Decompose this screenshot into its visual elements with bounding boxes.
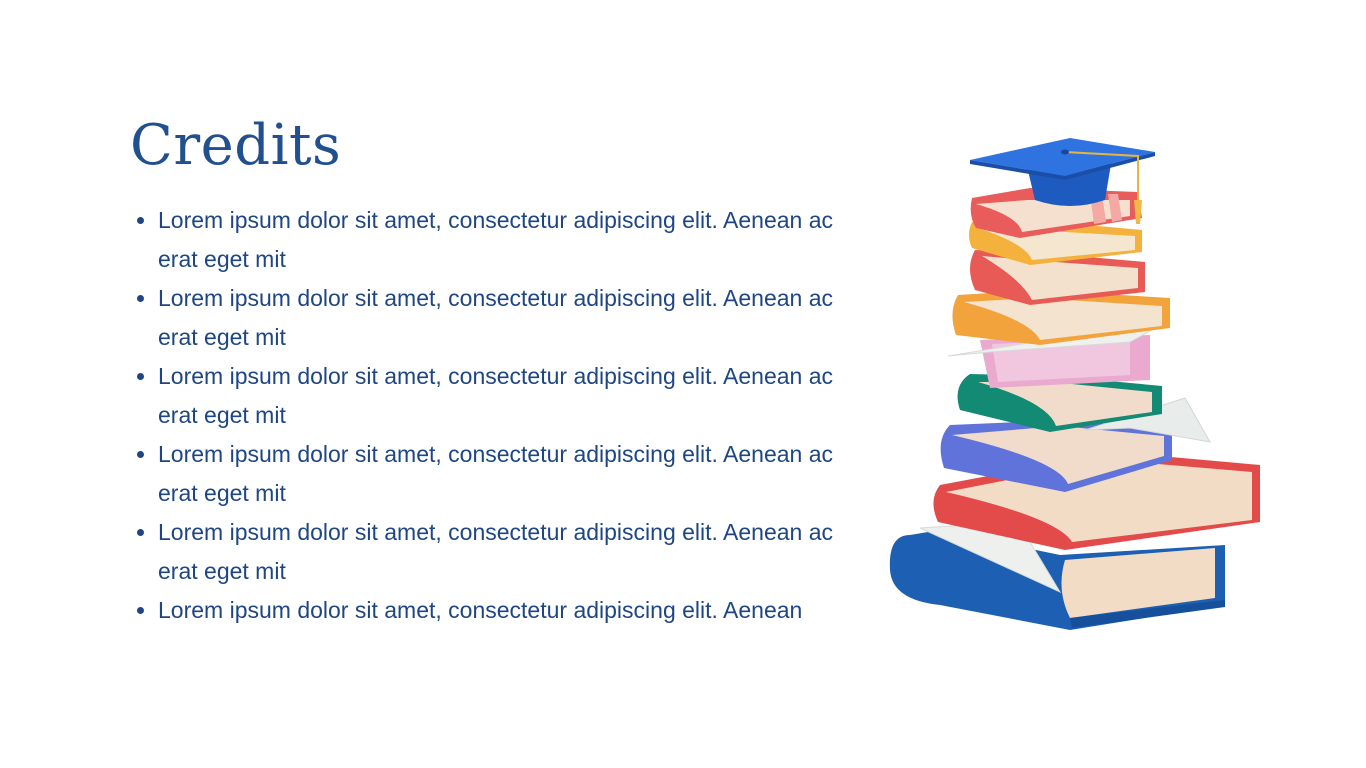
page-title: Credits xyxy=(130,113,342,178)
credits-list: Lorem ipsum dolor sit amet, consectetur … xyxy=(137,201,858,630)
list-item: Lorem ipsum dolor sit amet, consectetur … xyxy=(137,513,858,591)
list-item: Lorem ipsum dolor sit amet, consectetur … xyxy=(137,279,858,357)
list-item: Lorem ipsum dolor sit amet, consectetur … xyxy=(137,357,858,435)
list-item: Lorem ipsum dolor sit amet, consectetur … xyxy=(137,591,858,630)
list-item: Lorem ipsum dolor sit amet, consectetur … xyxy=(137,201,858,279)
books-graduation-cap-icon xyxy=(889,138,1260,630)
list-item: Lorem ipsum dolor sit amet, consectetur … xyxy=(137,435,858,513)
credits-slide: Credits Lorem ipsum dolor sit amet, cons… xyxy=(0,0,1366,768)
